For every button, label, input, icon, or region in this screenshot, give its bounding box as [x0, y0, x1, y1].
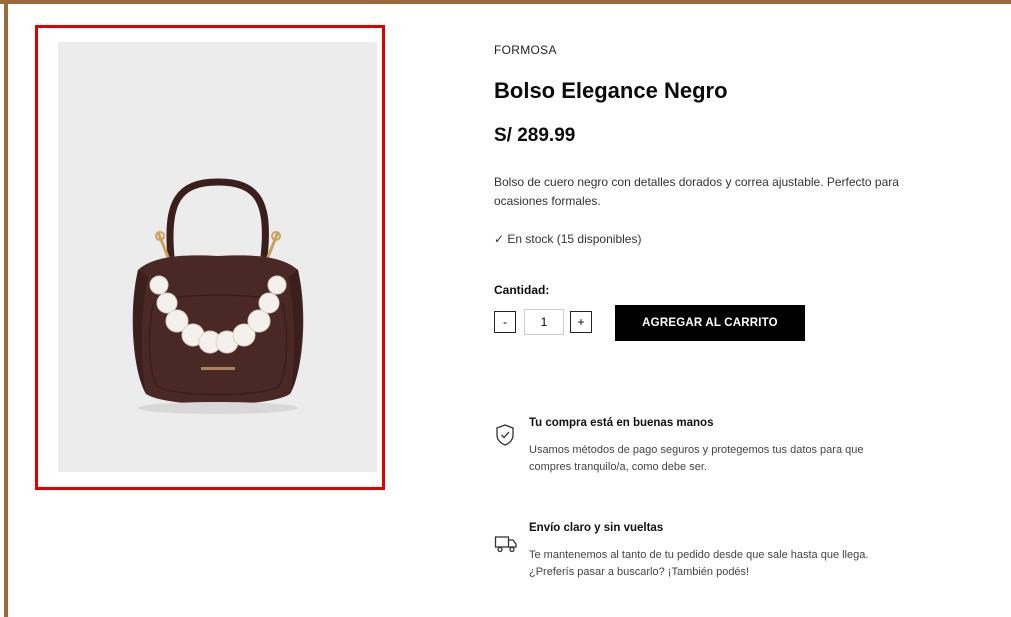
- feature-text-line-1: Te mantenemos al tanto de tu pedido desd…: [529, 549, 869, 561]
- product-price: S/ 289.99: [494, 125, 576, 146]
- decrement-button[interactable]: -: [494, 311, 516, 333]
- stock-status: ✓ En stock (15 disponibles): [494, 232, 642, 246]
- quantity-input[interactable]: [524, 309, 564, 335]
- feature-text-line-2: ¿Preferís pasar a buscarlo? ¡También pod…: [529, 566, 750, 578]
- product-title: Bolso Elegance Negro: [494, 78, 728, 103]
- product-image[interactable]: [58, 42, 377, 472]
- brand-name: FORMOSA: [494, 43, 557, 57]
- quantity-label: Cantidad:: [494, 283, 550, 297]
- increment-button[interactable]: +: [570, 311, 592, 333]
- feature-title: Tu compra está en buenas manos: [529, 417, 714, 429]
- product-description: Bolso de cuero negro con detalles dorado…: [494, 175, 899, 208]
- top-border: [0, 0, 1011, 4]
- left-border: [4, 0, 8, 617]
- feature-text-line-1: Usamos métodos de pago seguros y protege…: [529, 444, 864, 456]
- truck-icon: [494, 534, 518, 559]
- add-to-cart-button[interactable]: AGREGAR AL CARRITO: [615, 305, 805, 341]
- shield-check-icon: [494, 423, 516, 452]
- handbag-image: [132, 178, 304, 414]
- product-image-highlight: [35, 25, 385, 490]
- feature-text-line-2: compres tranquilo/a, como debe ser.: [529, 461, 707, 473]
- feature-title: Envío claro y sin vueltas: [529, 522, 664, 534]
